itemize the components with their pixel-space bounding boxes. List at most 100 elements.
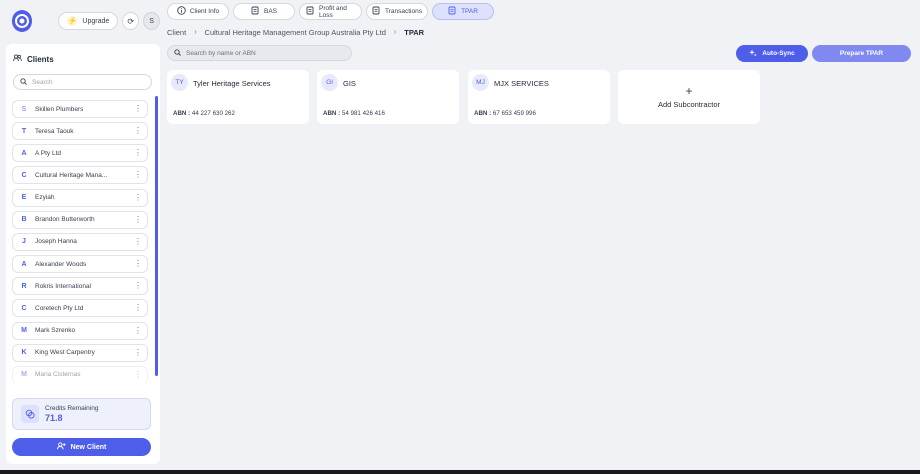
avatar-initial: S [149,17,154,25]
top-left-header: ⚡ Upgrade ⟳ S [6,4,160,38]
client-initial: K [21,349,27,357]
more-vertical-icon[interactable]: ⋮ [134,170,142,180]
auto-sync-button[interactable]: Auto-Sync [736,45,808,62]
abn-value: 44 227 630 262 [191,110,235,117]
more-vertical-icon[interactable]: ⋮ [134,370,142,380]
client-name: Mark Szrenko [35,327,76,335]
client-search[interactable] [13,74,152,90]
add-subcontractor-card[interactable]: + Add Subcontractor [618,70,760,124]
subcontractor-abn: ABN : 44 227 630 262 [173,110,235,117]
credits-label: Credits Remaining [45,405,99,412]
app-logo[interactable] [12,10,33,32]
tab-tpar[interactable]: TPAR [432,3,494,20]
tab-label: BAS [263,8,277,15]
client-name: King West Carpentry [35,349,95,357]
info-icon [177,6,186,17]
subcontractor-initials: GI [321,74,338,91]
subcontractor-card[interactable]: MJ MJX SERVICES ABN : 67 653 459 996 [468,70,610,124]
client-name: Cultural Heritage Mana... [35,171,108,179]
client-list-item[interactable]: C Cultural Heritage Mana... ⋮ [12,166,148,185]
client-initial: R [21,282,27,290]
more-vertical-icon[interactable]: ⋮ [134,281,142,291]
abn-label: ABN : [323,110,341,117]
client-list-item[interactable]: S Skillen Plumbers ⋮ [12,100,148,118]
subcontractor-search[interactable] [167,45,352,61]
client-list-item[interactable]: E Ezyiah ⋮ [12,188,148,207]
document-icon [306,6,315,17]
credits-text: Credits Remaining 71.8 [45,405,98,423]
subcontractor-search-input[interactable] [186,49,346,57]
client-list-item[interactable]: K King West Carpentry ⋮ [12,343,148,362]
client-name: A Pty Ltd [35,149,62,157]
tab-transactions[interactable]: Transactions [366,3,428,20]
subcontractor-card[interactable]: TY Tyler Heritage Services ABN : 44 227 … [167,70,309,124]
plus-icon: + [685,84,693,98]
client-initial: A [21,260,27,268]
more-vertical-icon[interactable]: ⋮ [134,259,142,269]
search-icon [174,48,181,58]
breadcrumb: Client › Cultural Heritage Management Gr… [167,28,424,37]
more-vertical-icon[interactable]: ⋮ [134,348,142,358]
client-list-item[interactable]: R Rokris International ⋮ [12,277,148,296]
client-initial: J [22,238,26,246]
tab-label: Profit and Loss [319,4,347,19]
client-initial: S [21,105,27,113]
client-initial: C [21,304,27,312]
upgrade-label: Upgrade [82,17,110,25]
more-vertical-icon[interactable]: ⋮ [134,104,142,114]
client-name: Rokris International [35,282,91,290]
client-search-input[interactable] [32,78,142,86]
refresh-icon: ⟳ [127,16,135,26]
auto-sync-label: Auto-Sync [762,50,795,57]
subcontractor-name: GIS [343,79,356,88]
new-client-label: New Client [70,443,107,451]
client-list-item[interactable]: M Mark Szrenko ⋮ [12,321,148,340]
client-list-scrollbar[interactable] [155,96,158,376]
more-vertical-icon[interactable]: ⋮ [134,126,142,136]
breadcrumb-current: TPAR [404,28,425,37]
prepare-tpar-button[interactable]: Prepare TPAR [812,45,911,62]
credits-panel: Credits Remaining 71.8 [12,398,151,430]
client-initial: A [21,149,27,157]
client-list-item[interactable]: A A Pty Ltd ⋮ [12,144,148,163]
more-vertical-icon[interactable]: ⋮ [134,193,142,203]
client-initial: M [21,371,27,379]
client-name: Skillen Plumbers [35,105,84,113]
upgrade-button[interactable]: ⚡ Upgrade [58,12,119,30]
subcontractor-initials: TY [171,74,188,91]
abn-label: ABN : [173,110,191,117]
document-icon [448,6,457,17]
client-name: Coretech Pty Ltd [35,304,84,312]
client-list-item[interactable]: T Teresa Taouk ⋮ [12,122,148,141]
more-vertical-icon[interactable]: ⋮ [134,148,142,158]
chevron-right-icon: › [194,29,197,36]
subcontractor-abn: ABN : 54 981 426 416 [323,110,385,117]
tab-profit-and-loss[interactable]: Profit and Loss [299,3,362,20]
tab-client-info[interactable]: Client Info [167,3,229,20]
coins-icon [21,405,39,423]
client-initial: C [21,171,27,179]
more-vertical-icon[interactable]: ⋮ [134,303,142,313]
breadcrumb-client[interactable]: Cultural Heritage Management Group Austr… [205,28,386,37]
client-list-item[interactable]: C Coretech Pty Ltd ⋮ [12,299,148,318]
tab-label: TPAR [461,8,478,15]
client-initial: M [21,327,27,335]
client-list-item[interactable]: A Alexander Woods ⋮ [12,255,148,274]
search-icon [20,77,27,87]
subcontractor-abn: ABN : 67 653 459 996 [474,110,536,117]
user-avatar[interactable]: S [143,12,160,30]
client-list-item[interactable]: J Joseph Hanna ⋮ [12,232,148,251]
more-vertical-icon[interactable]: ⋮ [134,237,142,247]
tab-bas[interactable]: BAS [233,3,295,20]
subcontractor-card[interactable]: GI GIS ABN : 54 981 426 416 [317,70,459,124]
client-list-item[interactable]: B Brandon Butterworth ⋮ [12,210,148,229]
more-vertical-icon[interactable]: ⋮ [134,215,142,225]
abn-value: 67 653 459 996 [492,110,536,117]
client-name: Maria Cisternas [35,371,81,379]
new-client-button[interactable]: New Client [12,438,151,456]
abn-label: ABN : [474,110,492,117]
client-list-item[interactable]: M Maria Cisternas ⋮ [12,365,148,382]
more-vertical-icon[interactable]: ⋮ [134,326,142,336]
breadcrumb-root[interactable]: Client [167,28,186,37]
refresh-button[interactable]: ⟳ [122,12,140,30]
